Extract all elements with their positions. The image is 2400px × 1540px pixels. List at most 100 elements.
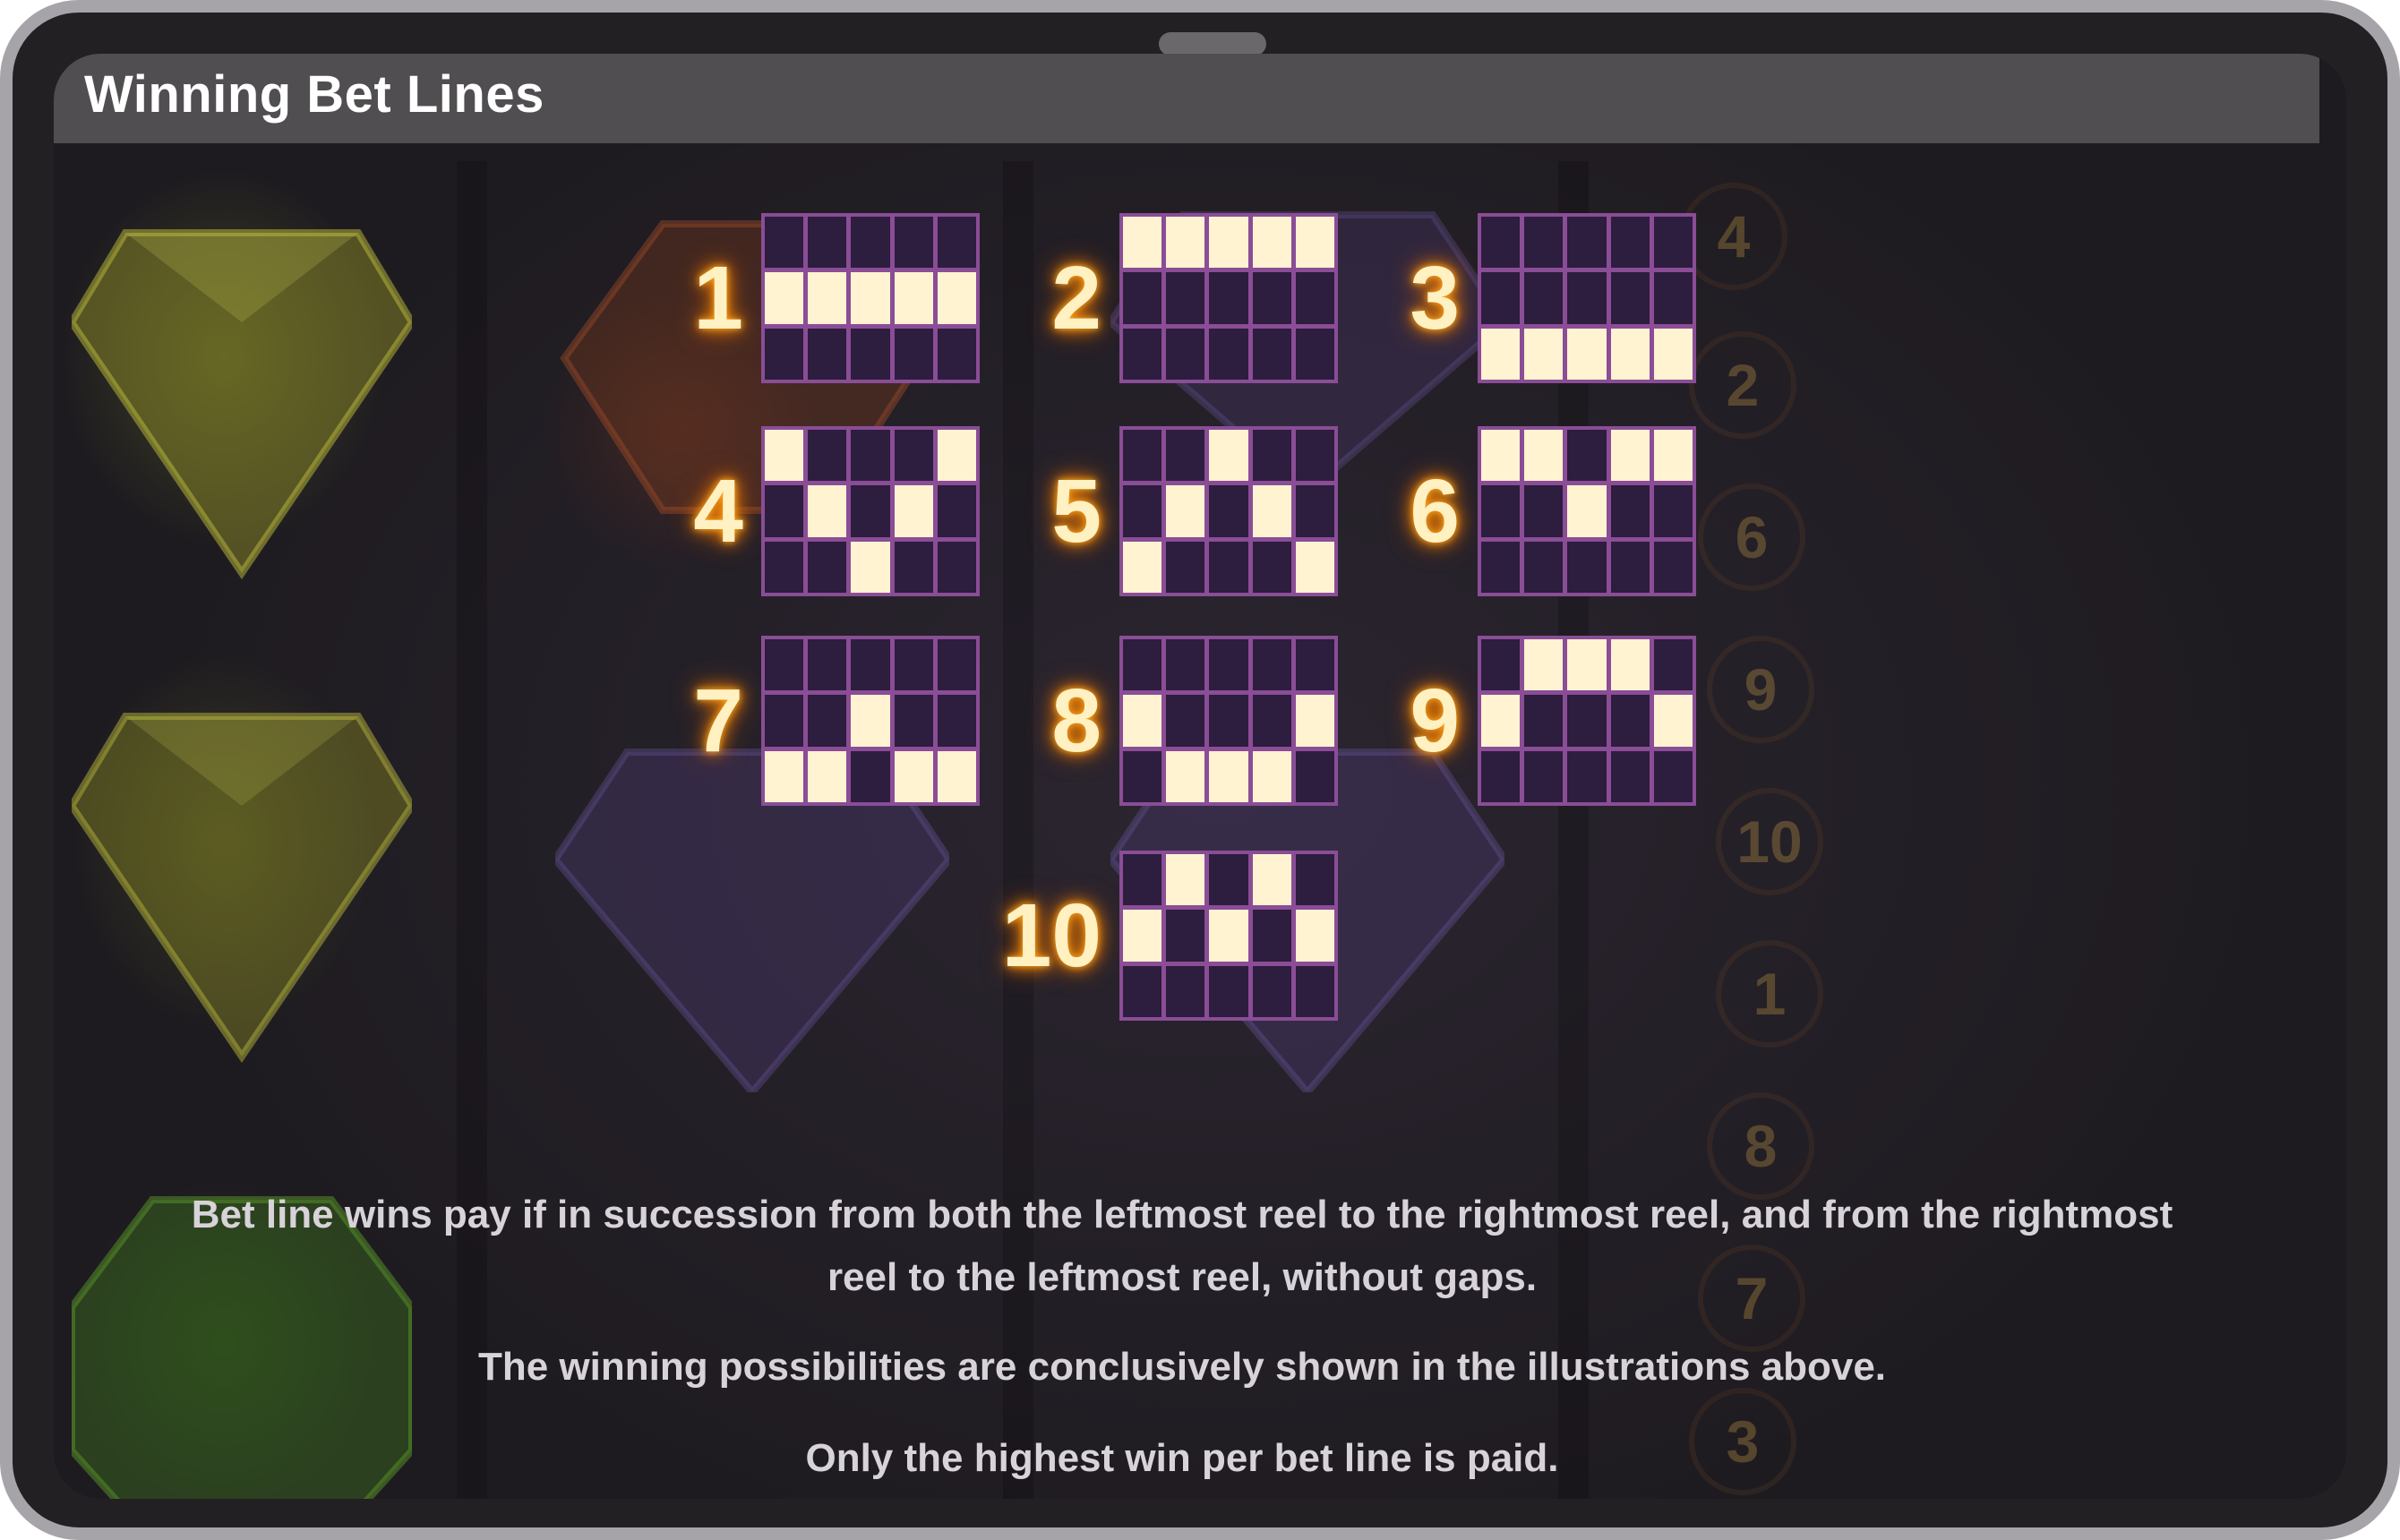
payline-cell-active: [1567, 639, 1607, 691]
payline-cell-active: [1295, 695, 1334, 747]
payline-cell: [1209, 854, 1248, 906]
payline-cell-active: [1653, 328, 1693, 380]
payline-cell: [1166, 695, 1205, 747]
payline-cell: [1524, 272, 1564, 324]
payline-cell: [851, 328, 890, 380]
payline-cell: [1567, 541, 1607, 593]
payline-cell: [1610, 541, 1650, 593]
payline-cell: [1567, 695, 1607, 747]
payline-cell: [1610, 217, 1650, 269]
payline-cell: [894, 328, 933, 380]
payline-cell-active: [1252, 750, 1291, 802]
payline-cell-active: [1653, 430, 1693, 482]
payline-cell: [1653, 217, 1693, 269]
payline-cell-active: [765, 272, 804, 324]
payline-pattern: [1478, 426, 1696, 596]
payline-number: 9: [1410, 671, 1460, 771]
payline-cell: [1481, 639, 1521, 691]
payline-cell: [1295, 485, 1334, 537]
payline-pattern: [1478, 213, 1696, 383]
payline-cell-active: [765, 430, 804, 482]
payline-cell-active: [937, 430, 976, 482]
payline-pattern: [761, 426, 980, 596]
payline-cell: [894, 541, 933, 593]
payline-cell: [1209, 541, 1248, 593]
payline-cell: [1567, 430, 1607, 482]
payline-cell: [1524, 541, 1564, 593]
payline-cell: [1295, 750, 1334, 802]
payline-cell-active: [1166, 854, 1205, 906]
payline-cell-active: [1209, 910, 1248, 962]
payline-cell: [1524, 750, 1564, 802]
payline-cell-active: [937, 272, 976, 324]
payline-cell: [808, 430, 847, 482]
payline-number: 6: [1410, 461, 1460, 561]
payline-cell: [1481, 541, 1521, 593]
payline-cell-active: [894, 272, 933, 324]
payline-cell-active: [851, 541, 890, 593]
payline-cell: [1610, 272, 1650, 324]
payline-cell: [765, 328, 804, 380]
payline-cell-active: [1209, 750, 1248, 802]
payline-cell: [1252, 695, 1291, 747]
payline-cell-active: [1166, 217, 1205, 269]
reel-indicator: 2: [1689, 331, 1796, 439]
payline-cell: [1610, 750, 1650, 802]
payline-number: 5: [1051, 461, 1101, 561]
payline-cell-active: [1610, 328, 1650, 380]
payline-cell-active: [1123, 695, 1162, 747]
payline-number: 2: [1051, 248, 1101, 348]
payline-number: 7: [693, 671, 743, 771]
payline-pattern: [761, 636, 980, 806]
game-screen: 4 2 6 9 10 1 8 7 3 Winning Bet Lines 123…: [54, 54, 2346, 1499]
payline-cell: [1252, 965, 1291, 1017]
device-notch: [1159, 32, 1266, 56]
payline-cell: [765, 217, 804, 269]
payline-cell: [894, 430, 933, 482]
payline-cell-active: [1166, 750, 1205, 802]
payline-cell-active: [1123, 910, 1162, 962]
payline-cell: [1481, 750, 1521, 802]
payline-cell: [1252, 541, 1291, 593]
payline-cell: [937, 639, 976, 691]
payline-cell: [1567, 750, 1607, 802]
payline-number: 1: [693, 248, 743, 348]
payline-cell: [1481, 217, 1521, 269]
payline-cell: [1252, 328, 1291, 380]
payline-cell: [1123, 328, 1162, 380]
payline-cell: [1166, 910, 1205, 962]
payline-cell: [1295, 639, 1334, 691]
payline-cell-active: [1252, 217, 1291, 269]
payline-cell: [765, 541, 804, 593]
payline-cell-active: [851, 695, 890, 747]
payline-cell: [1166, 965, 1205, 1017]
payline-cell: [1653, 639, 1693, 691]
payline-cell-active: [1295, 541, 1334, 593]
payline-cell: [1610, 695, 1650, 747]
payline-cell: [1166, 541, 1205, 593]
payline-cell-active: [937, 750, 976, 802]
payline-cell: [808, 695, 847, 747]
payline-cell: [894, 639, 933, 691]
payline-cell-active: [1295, 910, 1334, 962]
payline-cell: [1209, 695, 1248, 747]
payline-cell-active: [894, 750, 933, 802]
payline-cell-active: [1209, 430, 1248, 482]
payline-cell-active: [1567, 485, 1607, 537]
payline-cell: [808, 639, 847, 691]
payline-cell: [1209, 272, 1248, 324]
payline-cell: [851, 750, 890, 802]
payline-cell: [1123, 272, 1162, 324]
yellow-gem-icon: [72, 229, 412, 580]
payline-cell-active: [1252, 485, 1291, 537]
payline-cell-active: [894, 485, 933, 537]
payline-cell: [851, 430, 890, 482]
payline-cell: [1524, 485, 1564, 537]
title-bar: Winning Bet Lines: [54, 54, 2319, 143]
payline-pattern: [761, 213, 980, 383]
payline-cell: [1252, 639, 1291, 691]
payline-cell-active: [851, 272, 890, 324]
payline-pattern: [1119, 636, 1338, 806]
payline-cell: [1481, 485, 1521, 537]
reel-indicator: 10: [1716, 788, 1823, 895]
